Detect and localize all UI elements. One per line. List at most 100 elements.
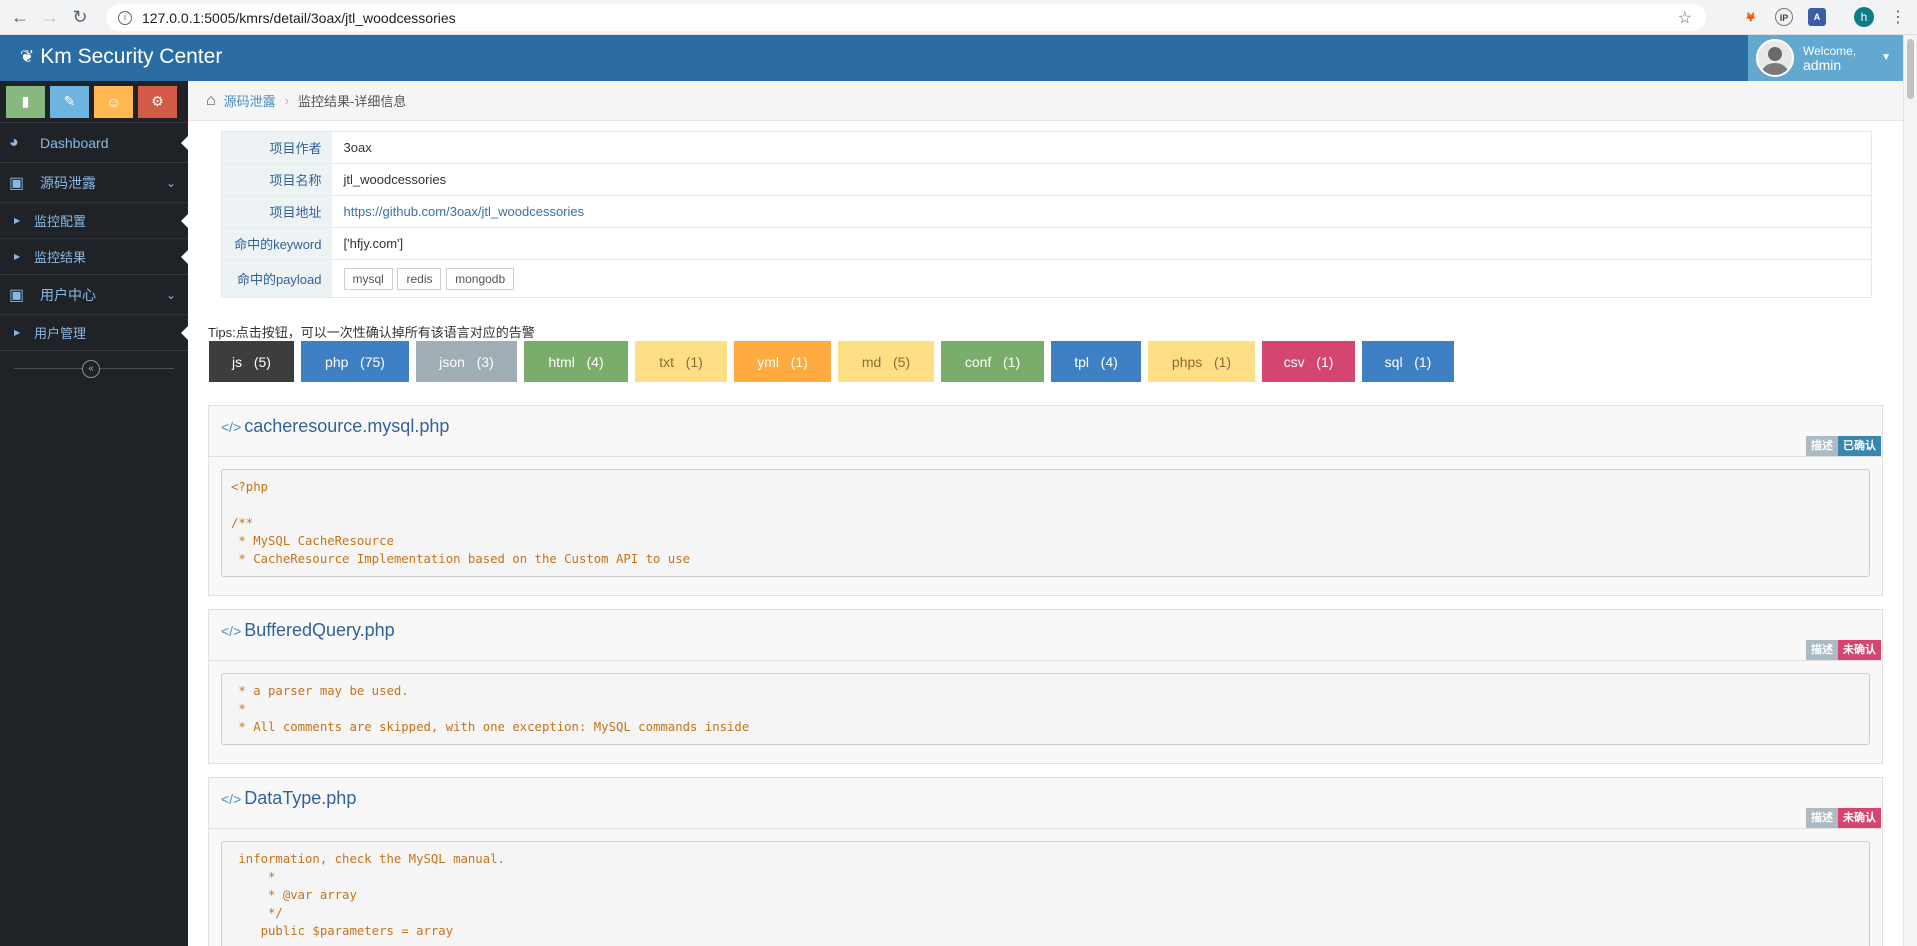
lang-button-md[interactable]: md (5)	[838, 341, 934, 382]
lang-button-sql[interactable]: sql (1)	[1362, 341, 1454, 382]
sidebar-item-monitor-result[interactable]: ▶ 监控结果	[0, 238, 189, 274]
bookmark-star-icon[interactable]: ☆	[1678, 8, 1692, 28]
reload-icon[interactable]: ↻	[70, 7, 90, 27]
result-panel: </> DataType.php 描述 未确认 information, che…	[208, 777, 1883, 946]
result-file-link[interactable]: </> BufferedQuery.php	[221, 620, 395, 641]
lang-button-yml[interactable]: yml (1)	[734, 341, 831, 382]
lang-button-php[interactable]: php (75)	[301, 341, 409, 382]
welcome-label: Welcome,	[1803, 44, 1857, 58]
sidebar-item-user-center[interactable]: ▣ 用户中心 ⌄	[0, 274, 188, 314]
result-file-name: BufferedQuery.php	[244, 620, 395, 640]
brand-title: Km Security Center	[40, 45, 223, 68]
desc-badge[interactable]: 描述	[1806, 436, 1838, 456]
lang-button-tpl[interactable]: tpl (4)	[1051, 341, 1141, 382]
caret-down-icon: ▼	[1881, 52, 1891, 63]
site-info-icon[interactable]: i	[118, 10, 132, 25]
result-file-name: DataType.php	[244, 788, 357, 808]
signal-shortcut-icon[interactable]: ▮	[6, 85, 45, 118]
extension-icon[interactable]: A	[1808, 8, 1826, 26]
result-badges: 描述 未确认	[1806, 640, 1881, 660]
result-file-link[interactable]: </> DataType.php	[221, 788, 356, 809]
payload-tag: redis	[397, 267, 442, 290]
sidebar-item-label: 用户中心	[40, 286, 96, 303]
code-snippet: information, check the MySQL manual. * *…	[221, 841, 1870, 946]
home-icon[interactable]: ⌂	[206, 92, 216, 110]
lang-button-csv[interactable]: csv (1)	[1262, 341, 1355, 382]
code-icon: </>	[221, 418, 242, 435]
project-details-table: 项目作者 3oax 项目名称 jtl_woodcessories 项目地址 ht…	[221, 131, 1872, 298]
sidebar-item-monitor-config[interactable]: ▶ 监控配置	[0, 202, 189, 238]
lang-button-json[interactable]: json (3)	[416, 341, 517, 382]
breadcrumb-link[interactable]: 源码泄露	[224, 91, 276, 110]
status-badge[interactable]: 未确认	[1838, 640, 1881, 660]
table-row: 命中的keyword ['hfjy.com']	[221, 227, 1872, 260]
table-row: 项目地址 https://github.com/3oax/jtl_woodces…	[221, 195, 1872, 228]
result-file-link[interactable]: </> cacheresource.mysql.php	[221, 416, 449, 437]
code-snippet: * a parser may be used. * * All comments…	[221, 673, 1870, 745]
address-bar[interactable]: i 127.0.0.1:5005/kmrs/detail/3oax/jtl_wo…	[106, 4, 1706, 31]
status-badge[interactable]: 未确认	[1838, 808, 1881, 828]
code-icon: </>	[221, 622, 242, 639]
brand[interactable]: ❦ Km Security Center	[20, 45, 222, 69]
payload-tag: mysql	[343, 267, 393, 290]
caret-right-icon: ▶	[14, 328, 21, 337]
double-angle-left-icon[interactable]: «	[82, 360, 100, 378]
sidebar-item-source-leak[interactable]: ▣ 源码泄露 ⌄	[0, 162, 188, 202]
sidebar: ▮ ✎ ☺ ⚙ ◕ Dashboard ▣ 源码泄露 ⌄ ▶ 监控配置 ▶ 监控…	[0, 81, 189, 946]
payload-label: 命中的payload	[221, 259, 332, 298]
profile-avatar[interactable]: h	[1854, 7, 1874, 27]
back-icon[interactable]: ←	[10, 7, 30, 27]
metamask-extension-icon[interactable]: 🦊	[1742, 8, 1760, 26]
chevron-down-icon: ⌄	[165, 175, 176, 190]
user-center-submenu: ▶ 用户管理	[0, 314, 189, 350]
lang-button-phps[interactable]: phps (1)	[1148, 341, 1255, 382]
author-label: 项目作者	[221, 131, 332, 164]
browser-toolbar: ← → ↻ i 127.0.0.1:5005/kmrs/detail/3oax/…	[0, 0, 1917, 35]
sidebar-item-user-manage[interactable]: ▶ 用户管理	[0, 314, 189, 350]
sidebar-collapse: «	[0, 350, 188, 384]
breadcrumb-current: 监控结果-详细信息	[298, 94, 407, 109]
project-url-link[interactable]: https://github.com/3oax/jtl_woodcessorie…	[344, 204, 585, 219]
breadcrumb: ⌂ 源码泄露 › 监控结果-详细信息	[188, 81, 1903, 121]
result-file-name: cacheresource.mysql.php	[244, 416, 450, 436]
lang-button-html[interactable]: html (4)	[524, 341, 628, 382]
forward-icon[interactable]: →	[40, 7, 60, 27]
sidebar-item-label: Dashboard	[40, 134, 109, 151]
table-row: 项目作者 3oax	[221, 131, 1872, 164]
lang-button-txt[interactable]: txt (1)	[635, 341, 727, 382]
sidebar-item-label: 监控配置	[34, 214, 87, 229]
desc-badge[interactable]: 描述	[1806, 808, 1838, 828]
caret-right-icon: ▶	[14, 252, 21, 261]
chevron-down-icon: ⌄	[165, 287, 176, 302]
caret-right-icon: ▶	[14, 216, 21, 225]
payload-tag: mongodb	[446, 267, 515, 290]
desktop-icon: ▣	[9, 174, 25, 192]
page-scrollbar[interactable]	[1903, 35, 1917, 946]
group-shortcut-icon[interactable]: ☺	[94, 85, 133, 118]
app-header: ❦ Km Security Center Welcome, admin ▼	[0, 35, 1917, 81]
scrollbar-thumb[interactable]	[1907, 39, 1914, 99]
pencil-shortcut-icon[interactable]: ✎	[50, 85, 89, 118]
sidebar-item-dashboard[interactable]: ◕ Dashboard	[0, 122, 189, 162]
lang-button-conf[interactable]: conf (1)	[941, 341, 1044, 382]
lang-button-js[interactable]: js (5)	[209, 341, 294, 382]
language-buttons: js (5) php (75) json (3) html (4) txt (1…	[209, 341, 1454, 382]
source-leak-submenu: ▶ 监控配置 ▶ 监控结果	[0, 202, 189, 274]
user-avatar	[1756, 39, 1794, 77]
sidebar-item-label: 源码泄露	[40, 174, 96, 191]
tips-text: Tips:点击按钮，可以一次性确认掉所有该语言对应的告警	[208, 325, 535, 340]
project-url-label: 项目地址	[221, 195, 332, 228]
ip-extension-icon[interactable]: IP	[1775, 8, 1793, 26]
keyword-label: 命中的keyword	[221, 227, 332, 260]
desc-badge[interactable]: 描述	[1806, 640, 1838, 660]
tachometer-icon: ◕	[9, 133, 19, 151]
project-name-label: 项目名称	[221, 163, 332, 196]
author-value: 3oax	[331, 131, 1872, 164]
result-panel: </> BufferedQuery.php 描述 未确认 * a parser …	[208, 609, 1883, 764]
status-badge[interactable]: 已确认	[1838, 436, 1881, 456]
cogs-shortcut-icon[interactable]: ⚙	[138, 85, 177, 118]
user-menu[interactable]: Welcome, admin ▼	[1748, 35, 1903, 81]
username: admin	[1803, 57, 1842, 73]
browser-menu-icon[interactable]: ⋮	[1890, 7, 1906, 27]
breadcrumb-separator-icon: ›	[284, 93, 290, 108]
